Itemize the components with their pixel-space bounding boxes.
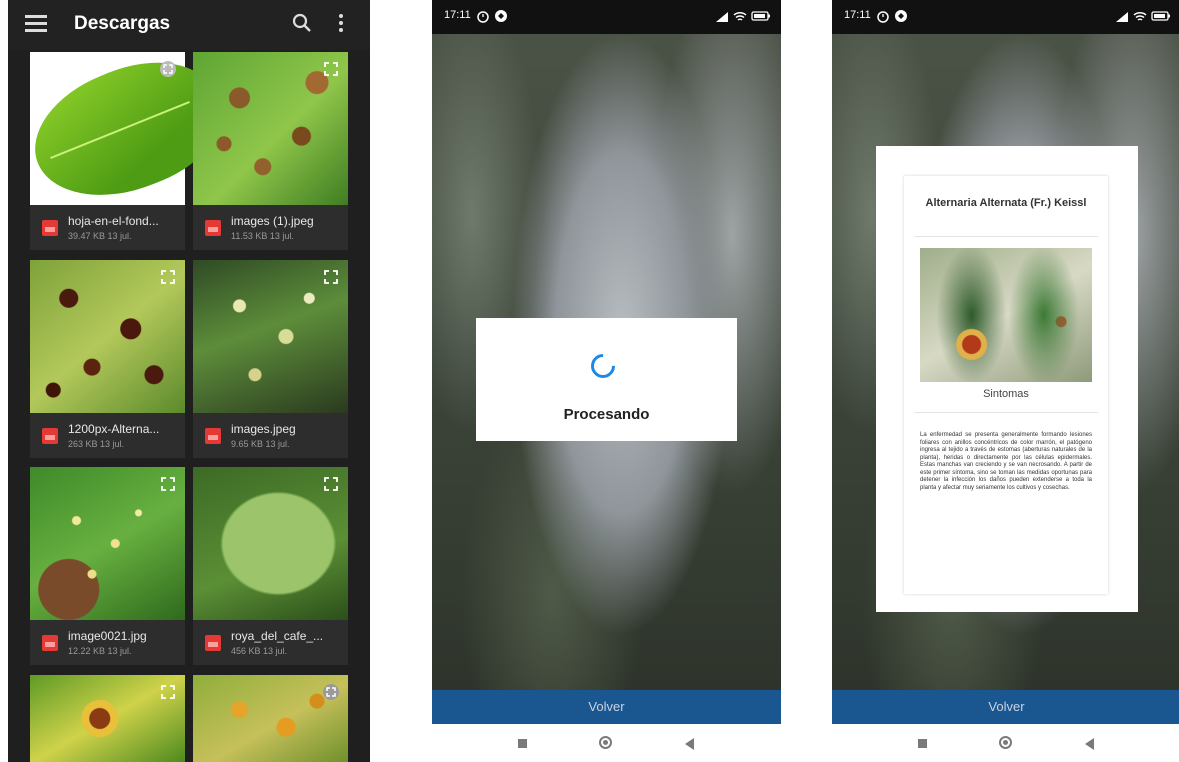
expand-icon[interactable] [159, 683, 177, 701]
page-title: Descargas [74, 13, 171, 34]
back-button[interactable]: Volver [432, 699, 781, 714]
image-file-icon [42, 220, 58, 236]
file-meta: 456 KB 13 jul. [231, 646, 288, 656]
alarm-icon [477, 11, 489, 23]
file-name: image0021.jpg [68, 629, 147, 643]
file-tile[interactable] [30, 675, 185, 762]
file-name: images.jpeg [231, 422, 296, 436]
status-bar: 17:11 [832, 0, 1179, 34]
expand-icon[interactable] [159, 268, 177, 286]
back-bar[interactable]: Volver [832, 690, 1179, 724]
file-info: images.jpeg 9.65 KB 13 jul. [193, 413, 348, 458]
divider [914, 412, 1098, 413]
file-info: roya_del_cafe_... 456 KB 13 jul. [193, 620, 348, 665]
status-bar: 17:11 [432, 0, 781, 34]
loading-spinner-icon [586, 349, 620, 383]
file-tile[interactable]: roya_del_cafe_... 456 KB 13 jul. [193, 467, 348, 665]
battery-icon [751, 11, 770, 21]
back-triangle-icon[interactable] [1085, 738, 1094, 750]
file-tile[interactable]: images (1).jpeg 11.53 KB 13 jul. [193, 52, 348, 250]
signal-icon [1116, 12, 1128, 22]
file-meta: 11.53 KB 13 jul. [231, 231, 294, 241]
file-tile[interactable]: image0021.jpg 12.22 KB 13 jul. [30, 467, 185, 665]
system-nav-bar [432, 724, 781, 762]
more-options-icon[interactable] [338, 14, 344, 36]
file-meta: 39.47 KB 13 jul. [68, 231, 132, 241]
file-info: 1200px-Alterna... 263 KB 13 jul. [30, 413, 185, 458]
status-time: 17:11 [844, 9, 871, 21]
back-button[interactable]: Volver [832, 699, 1179, 714]
home-icon[interactable] [599, 736, 612, 749]
result-screen: 17:11 Alternaria Alternata (Fr.) Keissl … [832, 0, 1179, 762]
image-file-icon [42, 428, 58, 444]
recents-icon[interactable] [518, 739, 527, 748]
app-notification-icon [495, 10, 507, 22]
app-notification-icon [895, 10, 907, 22]
disease-image [920, 248, 1092, 382]
file-tile[interactable]: hoja-en-el-fond... 39.47 KB 13 jul. [16, 38, 238, 250]
symptoms-description: La enfermedad se presenta generalmente f… [920, 432, 1092, 491]
expand-icon[interactable] [159, 60, 177, 78]
status-time: 17:11 [444, 9, 471, 21]
menu-icon[interactable] [25, 15, 47, 33]
file-name: hoja-en-el-fond... [68, 214, 159, 228]
image-file-icon [42, 635, 58, 651]
wifi-icon [733, 11, 747, 21]
image-file-icon [205, 428, 221, 444]
expand-icon[interactable] [159, 475, 177, 493]
alarm-icon [877, 11, 889, 23]
disease-card: Alternaria Alternata (Fr.) Keissl Sintom… [904, 176, 1108, 594]
image-file-icon [205, 220, 221, 236]
expand-icon[interactable] [322, 268, 340, 286]
symptoms-label: Sintomas [983, 388, 1029, 400]
file-tile[interactable] [193, 675, 348, 762]
file-tile[interactable]: 1200px-Alterna... 263 KB 13 jul. [30, 260, 185, 458]
file-name: images (1).jpeg [231, 214, 314, 228]
file-meta: 9.65 KB 13 jul. [231, 439, 290, 449]
app-bar: Descargas [8, 0, 370, 50]
back-triangle-icon[interactable] [685, 738, 694, 750]
expand-icon[interactable] [322, 683, 340, 701]
recents-icon[interactable] [918, 739, 927, 748]
file-meta: 263 KB 13 jul. [68, 439, 125, 449]
wifi-icon [1133, 11, 1147, 21]
signal-icon [716, 12, 728, 22]
processing-screen: 17:11 Procesando Volver [432, 0, 781, 762]
processing-text: Procesando [563, 406, 650, 423]
file-name: roya_del_cafe_... [231, 629, 324, 643]
disease-title: Alternaria Alternata (Fr.) Keissl [925, 197, 1087, 209]
expand-icon[interactable] [322, 60, 340, 78]
search-icon[interactable] [291, 12, 313, 34]
expand-icon[interactable] [322, 475, 340, 493]
file-info: images (1).jpeg 11.53 KB 13 jul. [193, 205, 348, 250]
battery-icon [1151, 11, 1170, 21]
result-dialog: Alternaria Alternata (Fr.) Keissl Sintom… [876, 146, 1138, 612]
file-info: hoja-en-el-fond... 39.47 KB 13 jul. [30, 205, 185, 250]
divider [914, 236, 1098, 237]
image-file-icon [205, 635, 221, 651]
file-tile[interactable]: images.jpeg 9.65 KB 13 jul. [193, 260, 348, 458]
file-name: 1200px-Alterna... [68, 422, 160, 436]
home-icon[interactable] [999, 736, 1012, 749]
downloads-screen: Descargas hoja-en-el-fond... 39.47 KB 13… [8, 0, 370, 762]
processing-dialog: Procesando [476, 318, 737, 441]
file-info: image0021.jpg 12.22 KB 13 jul. [30, 620, 185, 665]
file-meta: 12.22 KB 13 jul. [68, 646, 132, 656]
back-bar[interactable]: Volver [432, 690, 781, 724]
system-nav-bar [832, 724, 1179, 762]
